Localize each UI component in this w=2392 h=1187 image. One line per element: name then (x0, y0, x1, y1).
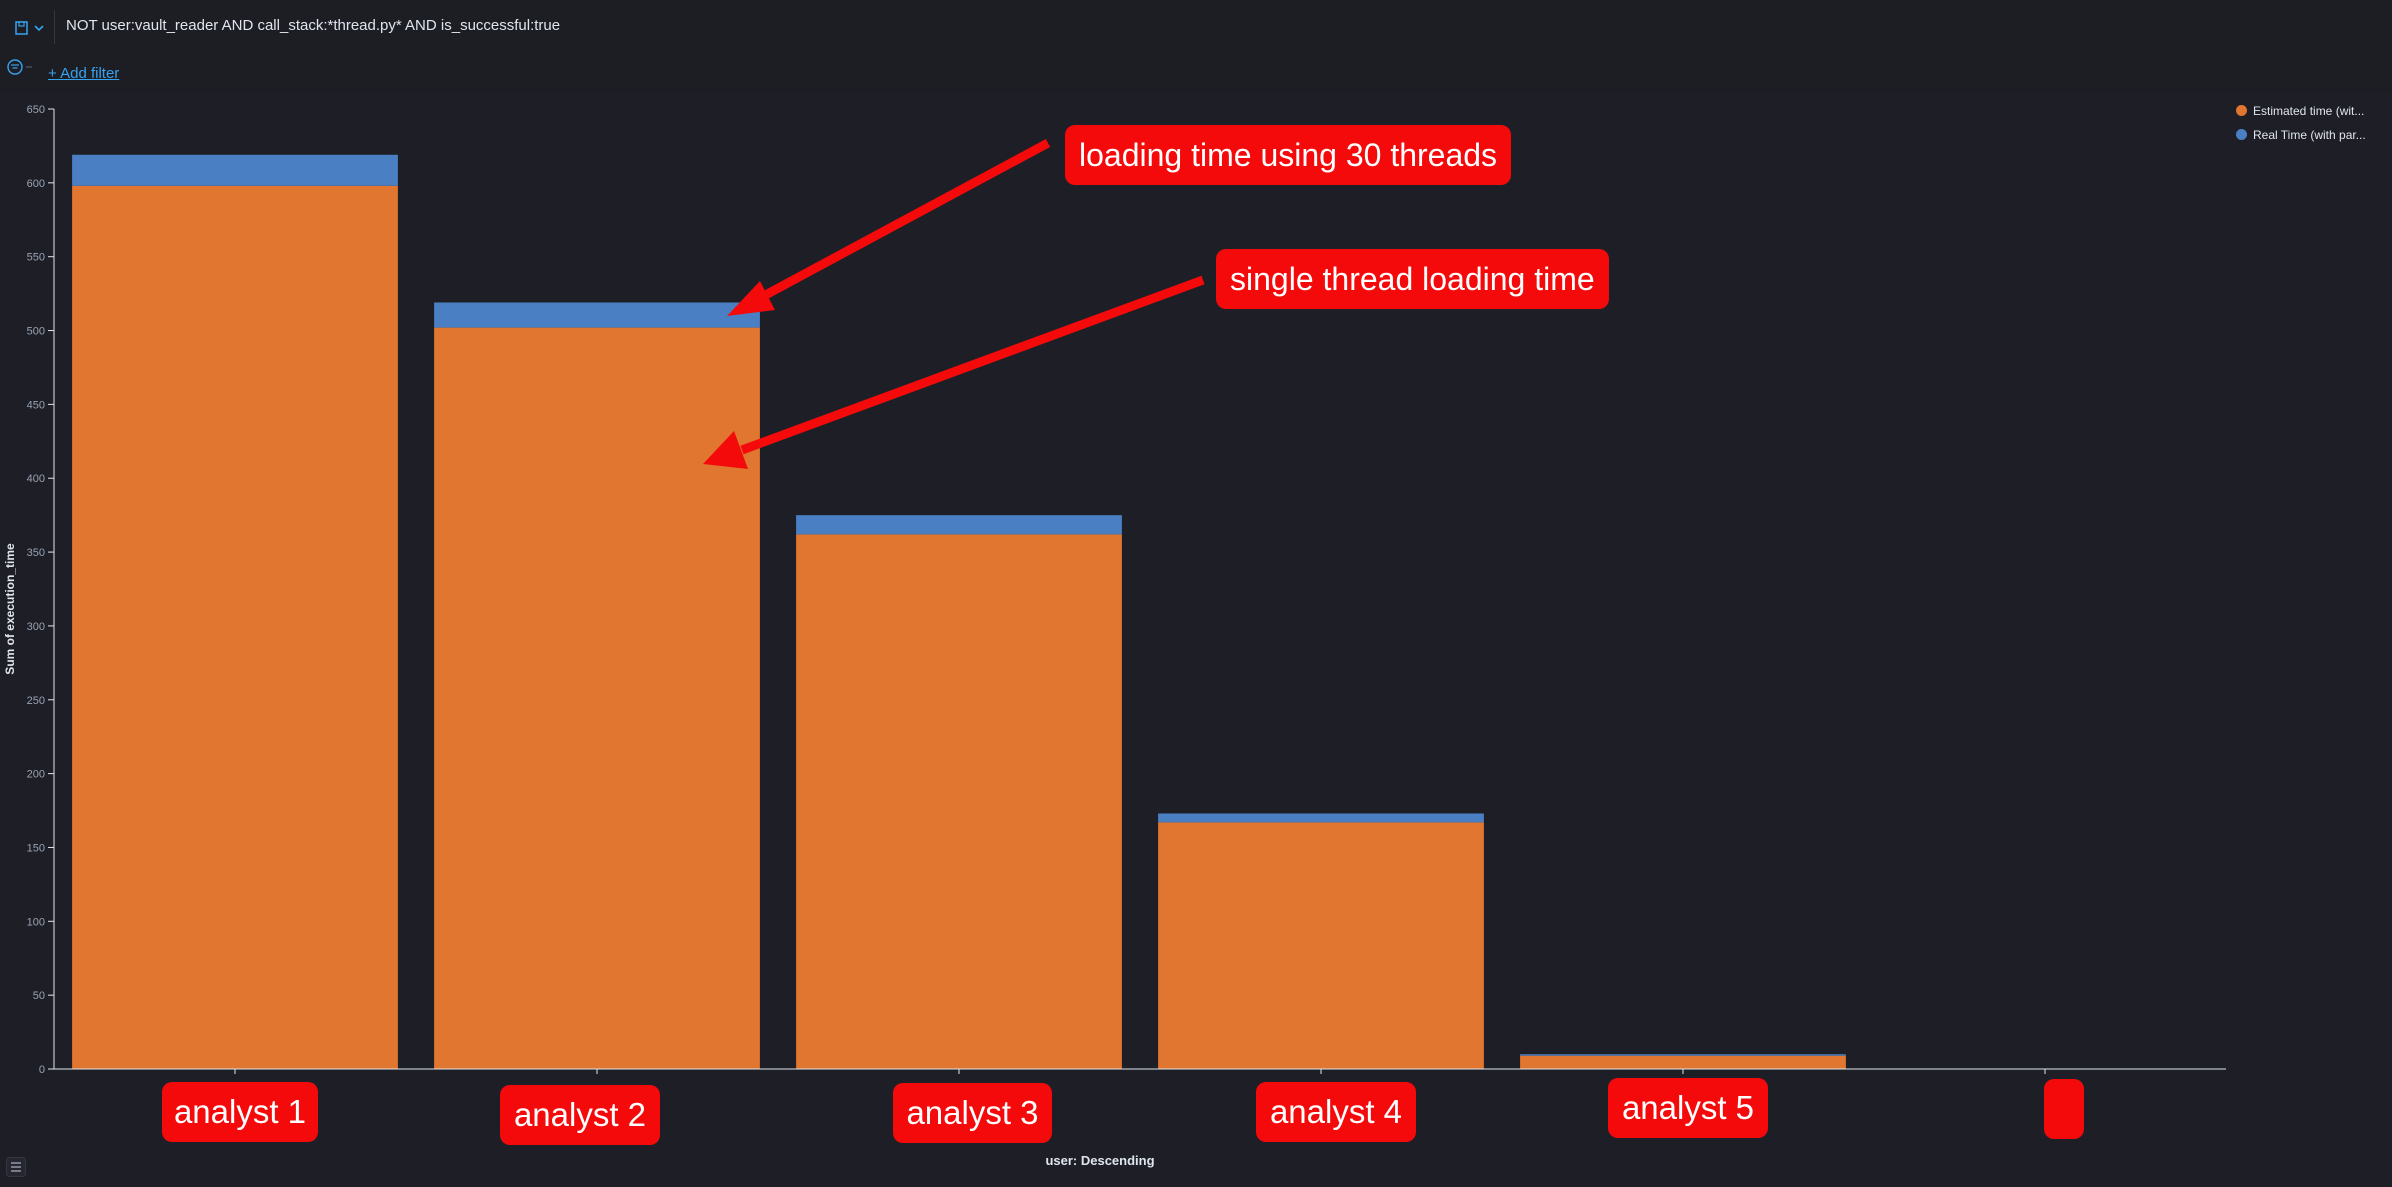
list-icon[interactable] (6, 1157, 26, 1177)
analyst-label-5: analyst 5 (1608, 1078, 1768, 1138)
bar-chart: 050100150200250300350400450500550600650 … (3, 104, 2226, 1168)
query-input[interactable]: NOT user:vault_reader AND call_stack:*th… (66, 17, 560, 34)
y-tick-label: 450 (27, 399, 45, 411)
query-bar: NOT user:vault_reader AND call_stack:*th… (0, 0, 2392, 57)
saved-query-menu[interactable] (6, 10, 55, 44)
legend-item-real[interactable]: Real Time (with par... (2236, 128, 2366, 142)
arrow-threads-shaft (755, 139, 1051, 303)
x-axis-title: user: Descending (1045, 1153, 1154, 1168)
bar-segment[interactable] (796, 515, 1122, 535)
legend-swatch-estimated (2236, 105, 2247, 116)
y-tick-label: 150 (27, 842, 45, 854)
bar-segment[interactable] (796, 534, 1122, 1069)
filter-icon[interactable] (0, 56, 40, 92)
y-tick-label: 400 (27, 473, 45, 485)
filter-bar: + Add filter (0, 56, 2392, 92)
y-tick-label: 650 (27, 104, 45, 116)
bar-segment[interactable] (1520, 1054, 1846, 1056)
y-tick-label: 250 (27, 695, 45, 707)
y-tick-label: 200 (27, 769, 45, 781)
arrows (703, 139, 1205, 469)
y-tick-label: 550 (27, 252, 45, 264)
y-tick-label: 300 (27, 621, 45, 633)
analyst-label-3: analyst 3 (893, 1083, 1052, 1143)
callout-30-threads: loading time using 30 threads (1065, 125, 1512, 185)
y-tick-label: 350 (27, 547, 45, 559)
x-ticks (234, 1069, 2046, 1074)
bar-segment[interactable] (1158, 822, 1484, 1069)
analyst-label-6 (2044, 1079, 2084, 1139)
bar-segment[interactable] (434, 327, 760, 1069)
analyst-label-1: analyst 1 (162, 1082, 318, 1142)
save-icon (15, 21, 44, 35)
bar-segment[interactable] (1158, 813, 1484, 823)
y-tick-label: 0 (39, 1064, 45, 1076)
arrow-threads-head (727, 281, 775, 316)
y-tick-label: 600 (27, 178, 45, 190)
add-filter-button[interactable]: + Add filter (48, 65, 119, 82)
chart-panel: 0 50 100 150 200 250 300 350 400 450 500 550 600 650 … (0, 92, 2392, 1187)
legend-swatch-real (2236, 129, 2247, 140)
analyst-label-4: analyst 4 (1256, 1082, 1416, 1142)
legend-label-estimated: Estimated time (wit... (2253, 104, 2365, 118)
bar-segment[interactable] (72, 154, 398, 186)
y-tick-label: 100 (27, 916, 45, 928)
callout-single-thread: single thread loading time (1216, 249, 1609, 309)
y-tick-label: 50 (33, 990, 45, 1002)
legend-label-real: Real Time (with par... (2253, 128, 2366, 142)
bar-segment[interactable] (1520, 1055, 1846, 1069)
bar-segment[interactable] (72, 185, 398, 1070)
y-axis-title: Sum of execution_time (3, 543, 17, 675)
analyst-label-2: analyst 2 (500, 1085, 660, 1145)
y-tick-label: 500 (27, 326, 45, 338)
arrow-single-shaft (740, 275, 1205, 455)
legend-item-estimated[interactable]: Estimated time (wit... (2236, 104, 2364, 118)
bar-segment[interactable] (434, 302, 760, 328)
y-ticks: 0 50 100 150 200 250 300 350 400 450 500 550 600 650 (27, 104, 54, 1076)
